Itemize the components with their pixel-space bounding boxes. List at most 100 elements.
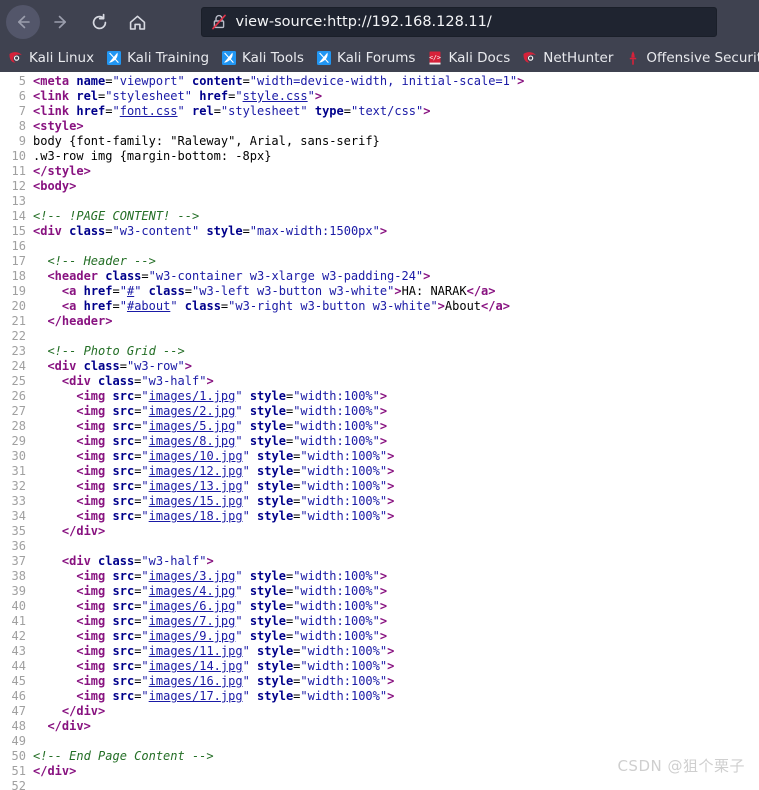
line-content[interactable]: <a href="#" class="w3-left w3-button w3-… <box>33 284 524 299</box>
url-text[interactable]: view-source:http://192.168.128.11/ <box>236 14 492 30</box>
insecure-connection-icon[interactable] <box>210 13 228 31</box>
source-line: 15 <div class="w3-content" style="max-wid… <box>0 224 524 239</box>
line-content[interactable]: <meta name="viewport" content="width=dev… <box>33 74 524 89</box>
line-number: 28 <box>11 419 26 433</box>
forward-button[interactable] <box>44 5 78 39</box>
source-line: 41 <img src="images/7.jpg" style="width:… <box>0 614 524 629</box>
line-number: 16 <box>11 239 26 253</box>
line-content[interactable]: <img src="images/4.jpg" style="width:100… <box>33 584 524 599</box>
line-content[interactable]: </div> <box>33 719 524 734</box>
line-content[interactable]: <style> <box>33 119 524 134</box>
line-number: 35 <box>11 524 26 538</box>
bookmark-nethunter[interactable]: NetHunter <box>516 46 619 70</box>
line-content[interactable]: <!-- Header --> <box>33 254 524 269</box>
line-content[interactable]: <header class="w3-container w3-xlarge w3… <box>33 269 524 284</box>
source-line: 14 <!-- !PAGE CONTENT! --> <box>0 209 524 224</box>
bookmark-kali-tools[interactable]: Kali Tools <box>215 46 310 70</box>
line-number: 9 <box>18 134 26 148</box>
home-button[interactable] <box>120 5 154 39</box>
line-content[interactable]: <div class="w3-half"> <box>33 554 524 569</box>
line-content[interactable]: <img src="images/5.jpg" style="width:100… <box>33 419 524 434</box>
line-content[interactable]: .w3-row img {margin-bottom: -8px} <box>33 149 524 164</box>
address-bar[interactable]: view-source:http://192.168.128.11/ <box>200 7 717 37</box>
kali-docs-book-icon: </> <box>427 50 443 66</box>
line-content[interactable] <box>33 329 524 344</box>
line-content[interactable] <box>33 734 524 749</box>
source-line: 25 <div class="w3-half"> <box>0 374 524 389</box>
line-content[interactable]: <img src="images/9.jpg" style="width:100… <box>33 629 524 644</box>
line-content[interactable]: </header> <box>33 314 524 329</box>
back-button[interactable] <box>6 5 40 39</box>
bookmark-label: Kali Forums <box>336 50 416 66</box>
line-content[interactable]: <body> <box>33 179 524 194</box>
arrow-right-icon <box>52 13 70 31</box>
bookmark-kali-forums[interactable]: Kali Forums <box>310 46 422 70</box>
line-content[interactable]: <div class="w3-row"> <box>33 359 524 374</box>
line-content[interactable]: </div> <box>33 764 524 779</box>
line-content[interactable]: <!-- End Page Content --> <box>33 749 524 764</box>
source-line: 33 <img src="images/15.jpg" style="width… <box>0 494 524 509</box>
source-line: 40 <img src="images/6.jpg" style="width:… <box>0 599 524 614</box>
line-content[interactable]: <img src="images/10.jpg" style="width:10… <box>33 449 524 464</box>
line-content[interactable]: <img src="images/11.jpg" style="width:10… <box>33 644 524 659</box>
source-line: 5 <meta name="viewport" content="width=de… <box>0 74 525 89</box>
line-content[interactable]: <img src="images/14.jpg" style="width:10… <box>33 659 524 674</box>
arrow-left-icon <box>14 13 32 31</box>
line-content[interactable]: <img src="images/2.jpg" style="width:100… <box>33 404 524 419</box>
line-content[interactable]: <img src="images/17.jpg" style="width:10… <box>33 689 524 704</box>
line-content[interactable]: </div> <box>33 704 524 719</box>
line-content[interactable]: <img src="images/18.jpg" style="width:10… <box>33 509 524 524</box>
line-content[interactable]: <!-- !PAGE CONTENT! --> <box>33 209 524 224</box>
line-number: 19 <box>11 284 26 298</box>
bookmark-kali-training[interactable]: Kali Training <box>100 46 215 70</box>
line-content[interactable]: <div class="w3-content" style="max-width… <box>33 224 524 239</box>
line-content[interactable]: <img src="images/3.jpg" style="width:100… <box>33 569 524 584</box>
kali-blue-icon <box>316 50 332 66</box>
line-content[interactable] <box>33 779 524 790</box>
line-content[interactable]: <img src="images/12.jpg" style="width:10… <box>33 464 524 479</box>
source-line: 31 <img src="images/12.jpg" style="width… <box>0 464 524 479</box>
bookmark-kali-linux[interactable]: Kali Linux <box>2 46 100 70</box>
bookmark-label: Kali Training <box>127 50 210 66</box>
source-line: 47 </div> <box>0 704 524 719</box>
line-content[interactable]: </div> <box>33 524 524 539</box>
source-line: 21 </header> <box>0 314 524 329</box>
svg-text:</>: </> <box>430 54 442 62</box>
line-content[interactable]: <img src="images/16.jpg" style="width:10… <box>33 674 524 689</box>
line-content[interactable]: body {font-family: "Raleway", Arial, san… <box>33 134 524 149</box>
line-number: 25 <box>11 374 26 388</box>
source-line: 50 <!-- End Page Content --> <box>0 749 524 764</box>
line-content[interactable]: <div class="w3-half"> <box>33 374 524 389</box>
source-line: 23 <!-- Photo Grid --> <box>0 344 524 359</box>
line-content[interactable]: <!-- Photo Grid --> <box>33 344 524 359</box>
view-source-content[interactable]: 5 <meta name="viewport" content="width=de… <box>0 72 759 790</box>
bookmark-label: Kali Tools <box>242 50 304 66</box>
source-line: 13 <box>0 194 524 209</box>
csdn-watermark: CSDN @狙个栗子 <box>617 757 745 775</box>
source-code-table: 5 <meta name="viewport" content="width=de… <box>0 74 525 790</box>
line-content[interactable] <box>33 239 524 254</box>
line-content[interactable] <box>33 194 524 209</box>
line-content[interactable]: <img src="images/13.jpg" style="width:10… <box>33 479 524 494</box>
line-number: 23 <box>11 344 26 358</box>
line-content[interactable]: </style> <box>33 164 524 179</box>
bookmark-offensive-security[interactable]: Offensive Security <box>619 46 759 70</box>
line-number: 12 <box>11 179 26 193</box>
line-number: 18 <box>11 269 26 283</box>
line-content[interactable] <box>33 539 524 554</box>
line-content[interactable]: <img src="images/8.jpg" style="width:100… <box>33 434 524 449</box>
line-content[interactable]: <link href="font.css" rel="stylesheet" t… <box>33 104 524 119</box>
source-line: 32 <img src="images/13.jpg" style="width… <box>0 479 524 494</box>
line-content[interactable]: <link rel="stylesheet" href="style.css"> <box>33 89 524 104</box>
line-content[interactable]: <img src="images/15.jpg" style="width:10… <box>33 494 524 509</box>
reload-button[interactable] <box>82 5 116 39</box>
line-number: 42 <box>11 629 26 643</box>
bookmark-kali-docs[interactable]: </> Kali Docs <box>421 46 516 70</box>
line-content[interactable]: <img src="images/6.jpg" style="width:100… <box>33 599 524 614</box>
kali-blue-icon <box>106 50 122 66</box>
line-number: 7 <box>18 104 26 118</box>
line-number: 22 <box>11 329 26 343</box>
line-content[interactable]: <a href="#about" class="w3-right w3-butt… <box>33 299 524 314</box>
line-content[interactable]: <img src="images/1.jpg" style="width:100… <box>33 389 524 404</box>
line-content[interactable]: <img src="images/7.jpg" style="width:100… <box>33 614 524 629</box>
